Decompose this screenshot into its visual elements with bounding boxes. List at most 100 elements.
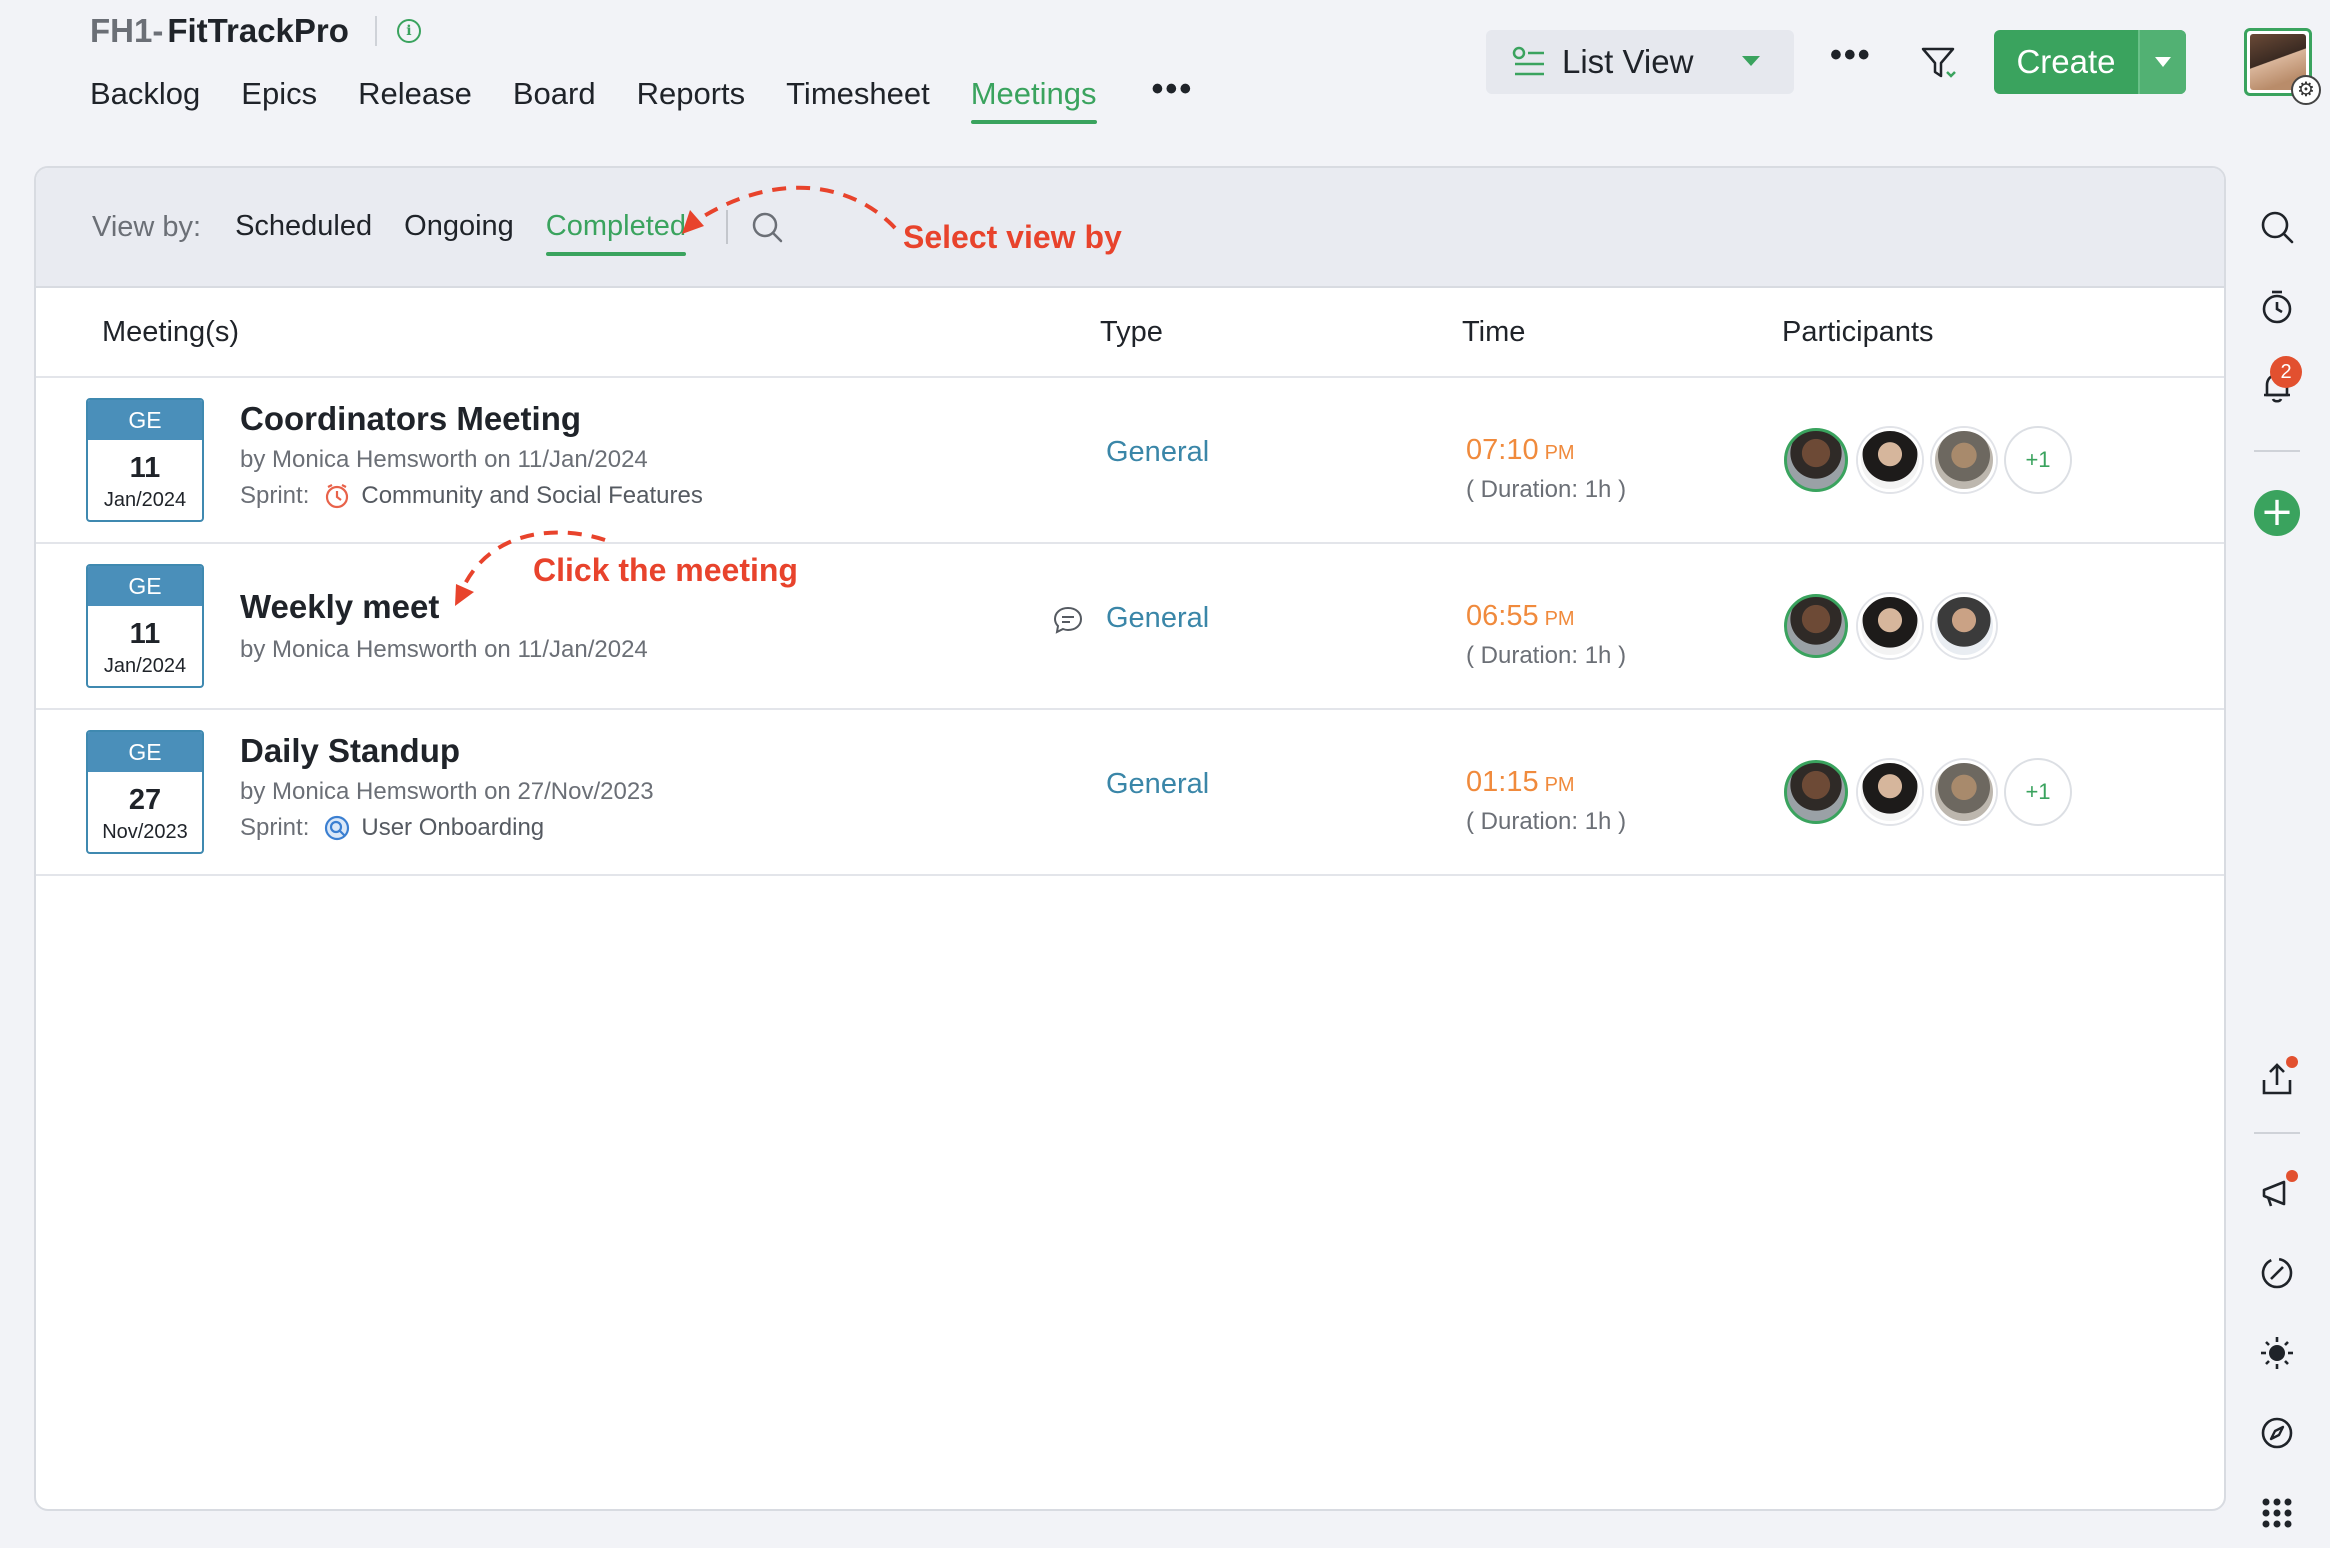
meeting-month-year: Jan/2024	[103, 489, 187, 511]
link-icon[interactable]	[2250, 1246, 2304, 1300]
meeting-type-code: GE	[88, 400, 202, 440]
meeting-title[interactable]: Daily Standup	[240, 732, 460, 770]
project-nav: Backlog Epics Release Board Reports Time…	[90, 72, 1234, 124]
table-row[interactable]: GE 11 Jan/2024 Coordinators Meeting by M…	[36, 378, 2224, 544]
meeting-month-year: Jan/2024	[103, 655, 187, 677]
participants	[1784, 594, 1996, 658]
announcement-icon[interactable]	[2250, 1166, 2304, 1220]
tab-release[interactable]: Release	[358, 72, 472, 124]
tab-reports[interactable]: Reports	[637, 72, 746, 124]
meeting-time: 07:10 PM	[1466, 434, 1575, 467]
more-participants-badge[interactable]: +1	[2006, 428, 2070, 492]
tab-timesheet[interactable]: Timesheet	[786, 72, 930, 124]
meetings-panel: View by: Scheduled Ongoing Completed Mee…	[34, 166, 2226, 1511]
filter-icon[interactable]	[1920, 44, 1958, 82]
view-selector[interactable]: List View	[1486, 30, 1794, 94]
time-value: 07:10	[1466, 434, 1539, 466]
view-by-label: View by:	[92, 210, 202, 243]
tab-board[interactable]: Board	[513, 72, 596, 124]
bell-icon[interactable]: 2	[2250, 356, 2304, 414]
meeting-author: by Monica Hemsworth on 11/Jan/2024	[240, 446, 648, 473]
meeting-duration: ( Duration: 1h )	[1466, 642, 1627, 669]
announcement-indicator-dot	[2286, 1170, 2298, 1182]
nav-more-icon[interactable]: •••	[1152, 72, 1194, 124]
table-row[interactable]: GE 11 Jan/2024 Weekly meet by Monica Hem…	[36, 544, 2224, 710]
compass-icon[interactable]	[2250, 1406, 2304, 1460]
share-icon[interactable]	[2250, 1052, 2304, 1106]
timer-icon[interactable]	[2250, 280, 2304, 334]
annotation-select-view: Select view by	[903, 219, 1122, 255]
meeting-type: General	[1106, 602, 1210, 634]
user-avatar[interactable]: ⚙	[2244, 28, 2321, 105]
tab-epics[interactable]: Epics	[241, 72, 317, 124]
time-value: 01:15	[1466, 766, 1539, 798]
rail-divider	[2254, 1132, 2300, 1134]
participant-avatar[interactable]	[1858, 428, 1922, 492]
participant-avatar[interactable]	[1932, 428, 1996, 492]
search-icon[interactable]	[2250, 200, 2304, 254]
column-time: Time	[1462, 316, 1526, 348]
list-view-icon	[1512, 46, 1544, 76]
view-option-completed[interactable]: Completed	[545, 202, 687, 256]
participants: +1	[1784, 760, 2070, 824]
meeting-date-badge: GE 11 Jan/2024	[86, 398, 204, 522]
meeting-time: 06:55 PM	[1466, 600, 1575, 633]
apps-grid-icon[interactable]	[2250, 1486, 2304, 1540]
view-by-divider	[726, 210, 729, 244]
more-participants-badge[interactable]: +1	[2006, 760, 2070, 824]
meeting-date-badge: GE 27 Nov/2023	[86, 730, 204, 854]
view-option-scheduled[interactable]: Scheduled	[235, 202, 372, 252]
meeting-type: General	[1106, 768, 1210, 800]
column-participants: Participants	[1782, 316, 1934, 348]
view-option-ongoing[interactable]: Ongoing	[404, 202, 514, 252]
tab-meetings[interactable]: Meetings	[970, 72, 1097, 124]
meeting-sprint: Sprint: User Onboarding	[240, 814, 544, 842]
meeting-duration: ( Duration: 1h )	[1466, 476, 1627, 503]
meeting-title[interactable]: Coordinators Meeting	[240, 400, 581, 438]
create-button[interactable]: Create	[1994, 30, 2186, 94]
rail-divider	[2254, 450, 2300, 452]
participant-avatar[interactable]	[1932, 594, 1996, 658]
participant-avatar[interactable]	[1784, 594, 1848, 658]
time-ampm: PM	[1544, 442, 1575, 464]
chevron-down-icon	[2155, 57, 2171, 67]
create-button-label[interactable]: Create	[1994, 30, 2138, 94]
sprint-name[interactable]: Community and Social Features	[361, 482, 702, 510]
participant-avatar[interactable]	[1784, 760, 1848, 824]
meeting-type-code: GE	[88, 732, 202, 772]
theme-icon[interactable]	[2250, 1326, 2304, 1380]
search-icon[interactable]	[750, 210, 784, 244]
time-value: 06:55	[1466, 600, 1539, 632]
meeting-day: 27	[128, 784, 162, 816]
sprint-clock-icon	[326, 484, 349, 509]
meeting-day: 11	[129, 618, 161, 650]
participant-avatar[interactable]	[1784, 428, 1848, 492]
column-type: Type	[1100, 316, 1163, 348]
meeting-type: General	[1106, 436, 1210, 468]
participants: +1	[1784, 428, 2070, 492]
time-ampm: PM	[1544, 608, 1575, 630]
meeting-type-code: GE	[88, 566, 202, 606]
view-by-bar: View by: Scheduled Ongoing Completed	[36, 168, 2224, 288]
add-icon[interactable]: +	[2250, 486, 2304, 540]
table-row[interactable]: GE 27 Nov/2023 Daily Standup by Monica H…	[36, 710, 2224, 876]
create-dropdown-button[interactable]	[2138, 30, 2186, 94]
participant-avatar[interactable]	[1858, 760, 1922, 824]
meeting-title[interactable]: Weekly meet	[240, 588, 439, 626]
table-header: Meeting(s) Type Time Participants	[36, 288, 2224, 378]
meeting-author: by Monica Hemsworth on 27/Nov/2023	[240, 778, 654, 805]
participant-avatar[interactable]	[1932, 760, 1996, 824]
notification-badge: 2	[2270, 356, 2302, 388]
meeting-date-badge: GE 11 Jan/2024	[86, 564, 204, 688]
view-selector-label: List View	[1562, 43, 1694, 80]
sprint-name[interactable]: User Onboarding	[361, 814, 544, 842]
column-meetings: Meeting(s)	[102, 316, 239, 348]
tab-backlog[interactable]: Backlog	[90, 72, 200, 124]
more-options-icon[interactable]: •••	[1830, 38, 1872, 72]
gear-icon[interactable]: ⚙	[2291, 75, 2321, 105]
annotation-click-meeting: Click the meeting	[533, 552, 798, 588]
participant-avatar[interactable]	[1858, 594, 1922, 658]
info-icon[interactable]: i	[396, 19, 421, 43]
project-name[interactable]: FitTrackPro	[167, 12, 349, 50]
comment-icon[interactable]	[1052, 604, 1084, 636]
